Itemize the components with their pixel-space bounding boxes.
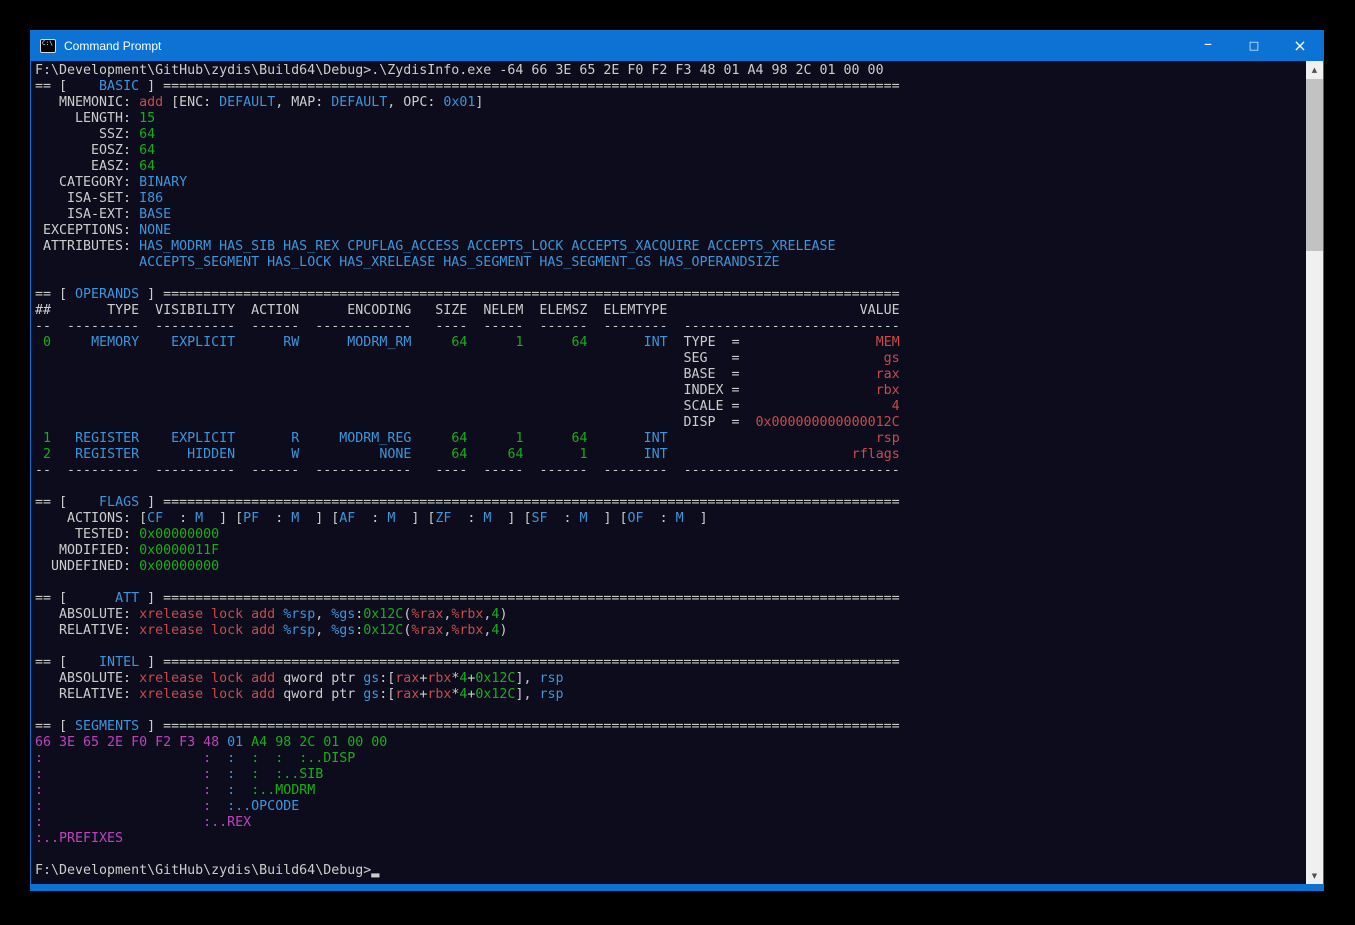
terminal-line: == [ ATT ] =============================…: [35, 591, 1306, 607]
terminal-line: MNEMONIC: add [ENC: DEFAULT, MAP: DEFAUL…: [35, 95, 1306, 111]
terminal-line: ACCEPTS_SEGMENT HAS_LOCK HAS_XRELEASE HA…: [35, 255, 1306, 271]
terminal-line: [35, 271, 1306, 287]
terminal-line: EXCEPTIONS: NONE: [35, 223, 1306, 239]
terminal-line: 2 REGISTER HIDDEN W NONE 64 64 1 INT rfl…: [35, 447, 1306, 463]
terminal-line: ABSOLUTE: xrelease lock add qword ptr gs…: [35, 671, 1306, 687]
terminal-line: F:\Development\GitHub\zydis\Build64\Debu…: [35, 863, 1306, 879]
maximize-button[interactable]: □: [1231, 30, 1277, 61]
scrollbar-thumb[interactable]: [1306, 79, 1323, 251]
command-prompt-icon: C:\: [40, 39, 56, 53]
terminal-line: 1 REGISTER EXPLICIT R MODRM_REG 64 1 64 …: [35, 431, 1306, 447]
window-border-bottom: [31, 884, 1323, 891]
terminal-line: RELATIVE: xrelease lock add qword ptr gs…: [35, 687, 1306, 703]
terminal-line: : : : :..MODRM: [35, 783, 1306, 799]
window-controls: – □ ×: [1185, 30, 1323, 61]
terminal-line: INDEX = rbx: [35, 383, 1306, 399]
terminal-line: SEG = gs: [35, 351, 1306, 367]
window-title: Command Prompt: [64, 39, 161, 53]
scrollbar-down-button[interactable]: ▼: [1306, 867, 1323, 884]
terminal-line: BASE = rax: [35, 367, 1306, 383]
scrollbar-track[interactable]: [1306, 78, 1323, 867]
terminal-line: == [ BASIC ] ===========================…: [35, 79, 1306, 95]
terminal-line: ## TYPE VISIBILITY ACTION ENCODING SIZE …: [35, 303, 1306, 319]
scrollbar[interactable]: ▲ ▼: [1306, 61, 1323, 884]
terminal-line: EASZ: 64: [35, 159, 1306, 175]
command-prompt-icon-label: C:\: [42, 41, 53, 47]
terminal-line: ACTIONS: [CF : M ] [PF : M ] [AF : M ] […: [35, 511, 1306, 527]
terminal-line: == [ INTEL ] ===========================…: [35, 655, 1306, 671]
terminal-line: SCALE = 4: [35, 399, 1306, 415]
titlebar[interactable]: C:\ Command Prompt – □ ×: [31, 30, 1323, 61]
terminal-output[interactable]: F:\Development\GitHub\zydis\Build64\Debu…: [31, 61, 1306, 884]
scrollbar-up-button[interactable]: ▲: [1306, 61, 1323, 78]
terminal-line: [35, 847, 1306, 863]
terminal-line: ISA-SET: I86: [35, 191, 1306, 207]
terminal-line: UNDEFINED: 0x00000000: [35, 559, 1306, 575]
terminal-line: : :..REX: [35, 815, 1306, 831]
terminal-line: [35, 639, 1306, 655]
terminal-line: [35, 575, 1306, 591]
terminal-line: [35, 479, 1306, 495]
terminal-line: EOSZ: 64: [35, 143, 1306, 159]
terminal-line: -- --------- ---------- ------ ---------…: [35, 319, 1306, 335]
terminal-line: ABSOLUTE: xrelease lock add %rsp, %gs:0x…: [35, 607, 1306, 623]
terminal-line: RELATIVE: xrelease lock add %rsp, %gs:0x…: [35, 623, 1306, 639]
terminal-line: == [ FLAGS ] ===========================…: [35, 495, 1306, 511]
terminal-line: DISP = 0x000000000000012C: [35, 415, 1306, 431]
terminal-line: SSZ: 64: [35, 127, 1306, 143]
terminal-line: : : : : :..SIB: [35, 767, 1306, 783]
command-prompt-window: C:\ Command Prompt – □ × F:\Development\…: [30, 30, 1324, 891]
terminal-line: -- --------- ---------- ------ ---------…: [35, 463, 1306, 479]
terminal-line: 0 MEMORY EXPLICIT RW MODRM_RM 64 1 64 IN…: [35, 335, 1306, 351]
terminal-line: [35, 703, 1306, 719]
terminal-line: : : :..OPCODE: [35, 799, 1306, 815]
titlebar-left: C:\ Command Prompt: [31, 30, 161, 61]
terminal-line: TESTED: 0x00000000: [35, 527, 1306, 543]
terminal-line: ISA-EXT: BASE: [35, 207, 1306, 223]
terminal-line: == [ OPERANDS ] ========================…: [35, 287, 1306, 303]
terminal-line: ATTRIBUTES: HAS_MODRM HAS_SIB HAS_REX CP…: [35, 239, 1306, 255]
terminal-line: CATEGORY: BINARY: [35, 175, 1306, 191]
terminal-line: LENGTH: 15: [35, 111, 1306, 127]
terminal-line: F:\Development\GitHub\zydis\Build64\Debu…: [35, 63, 1306, 79]
close-button[interactable]: ×: [1277, 30, 1323, 61]
terminal-line: == [ SEGMENTS ] ========================…: [35, 719, 1306, 735]
terminal-line: 66 3E 65 2E F0 F2 F3 48 01 A4 98 2C 01 0…: [35, 735, 1306, 751]
minimize-button[interactable]: –: [1185, 30, 1231, 61]
terminal-line: : : : : : :..DISP: [35, 751, 1306, 767]
window-content: F:\Development\GitHub\zydis\Build64\Debu…: [31, 61, 1323, 884]
terminal-line: MODIFIED: 0x0000011F: [35, 543, 1306, 559]
terminal-line: :..PREFIXES: [35, 831, 1306, 847]
